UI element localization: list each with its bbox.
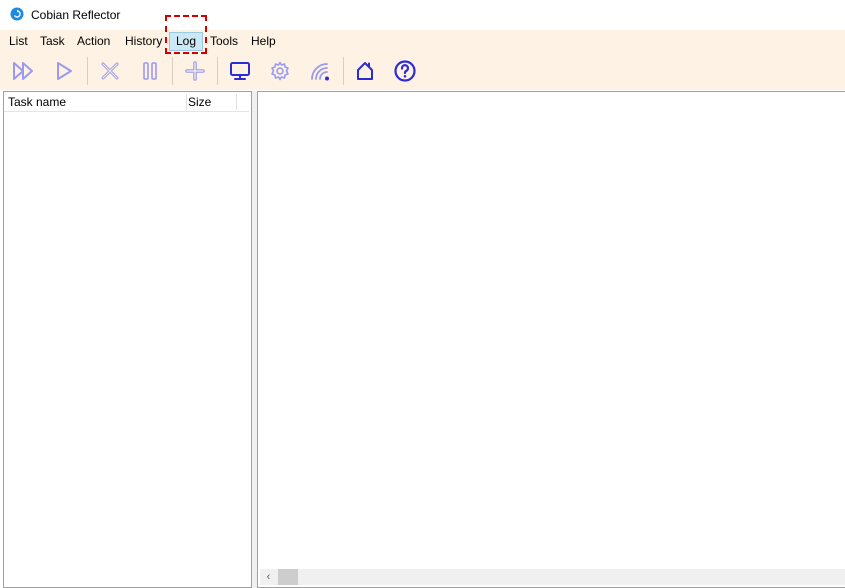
log-pane: ‹	[257, 91, 845, 588]
column-size[interactable]: Size	[184, 92, 211, 112]
task-list-header: Task name Size	[4, 92, 249, 112]
menu-list[interactable]: List	[7, 32, 30, 51]
help-button[interactable]	[390, 56, 420, 86]
menu-help[interactable]: Help	[249, 32, 278, 51]
menu-action[interactable]: Action	[75, 32, 112, 51]
toolbar-separator	[217, 57, 218, 85]
menu-tools[interactable]: Tools	[208, 32, 240, 51]
scroll-left-arrow-icon[interactable]: ‹	[260, 569, 277, 585]
run-icon	[57, 62, 72, 80]
app-logo-icon	[10, 7, 24, 21]
home-icon	[357, 62, 373, 80]
settings-button[interactable]	[265, 56, 295, 86]
horizontal-scrollbar[interactable]: ‹	[260, 569, 845, 585]
scrollbar-thumb[interactable]	[278, 569, 298, 585]
cancel-button[interactable]	[95, 56, 125, 86]
log-text-area[interactable]	[260, 94, 845, 567]
monitor-button[interactable]	[225, 56, 255, 86]
title-bar: Cobian Reflector	[0, 0, 845, 30]
toolbar	[0, 52, 845, 90]
app-window: Cobian Reflector List Task Action Histor…	[0, 0, 845, 588]
menu-bar: List Task Action History Log Tools Help	[0, 30, 845, 52]
wireless-button[interactable]	[305, 56, 335, 86]
settings-gear-icon	[271, 61, 289, 81]
add-task-button[interactable]	[180, 56, 210, 86]
pause-button[interactable]	[135, 56, 165, 86]
pause-icon	[143, 62, 157, 80]
cancel-icon	[101, 62, 119, 80]
monitor-icon	[230, 62, 250, 80]
run-all-button[interactable]	[9, 56, 39, 86]
toolbar-separator	[343, 57, 344, 85]
log-menu-highlight	[165, 15, 207, 54]
menu-task[interactable]: Task	[38, 32, 67, 51]
toolbar-separator	[87, 57, 88, 85]
menu-history[interactable]: History	[123, 32, 164, 51]
task-list-pane[interactable]: Task name Size	[3, 91, 252, 588]
wireless-icon	[311, 63, 329, 81]
add-task-icon	[185, 61, 205, 81]
run-button[interactable]	[49, 56, 79, 86]
window-title: Cobian Reflector	[31, 8, 121, 22]
column-divider[interactable]	[236, 94, 237, 110]
run-all-icon	[13, 62, 33, 80]
toolbar-separator	[172, 57, 173, 85]
column-task-name[interactable]: Task name	[4, 92, 66, 112]
help-icon	[394, 60, 416, 82]
home-button[interactable]	[350, 56, 380, 86]
